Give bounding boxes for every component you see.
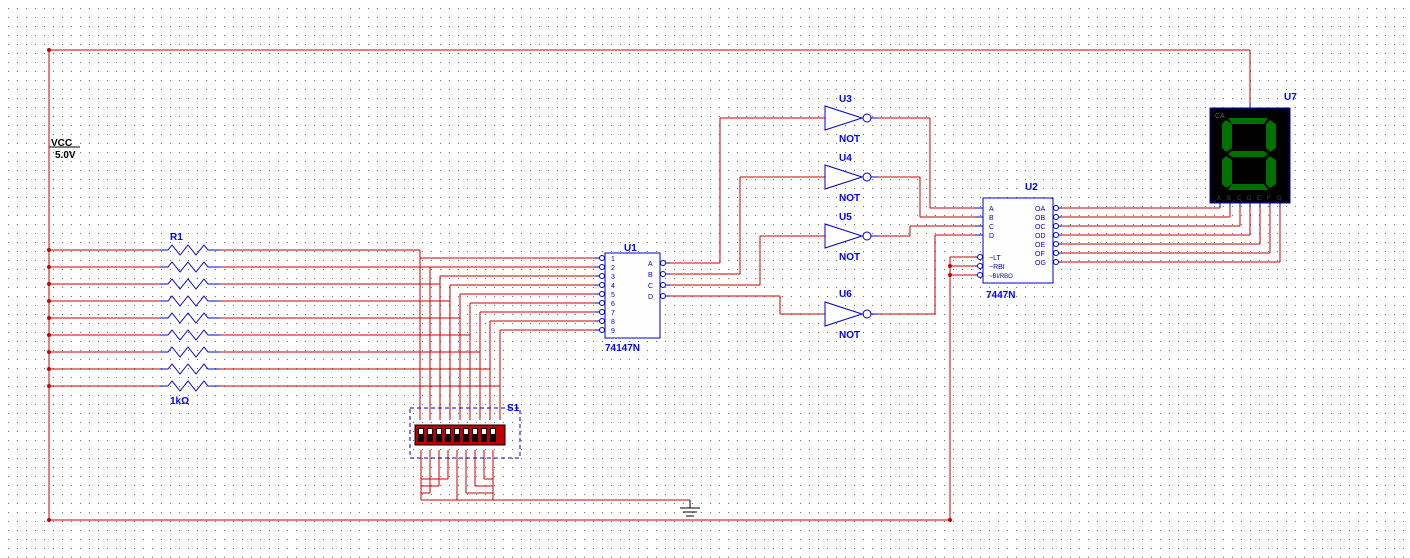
svg-text:7: 7 [611,310,615,317]
inverters [825,106,878,326]
svg-text:OG: OG [1035,260,1046,267]
svg-text:OF: OF [1035,251,1045,258]
svg-text:A: A [989,206,994,213]
svg-text:6: 6 [611,301,615,308]
svg-text:~LT: ~LT [989,255,1001,262]
encoder-chip: 1 2 3 4 5 6 7 8 9 A B C D [595,253,670,338]
svg-text:3: 3 [611,274,615,281]
svg-text:OA: OA [1035,206,1045,213]
svg-text:A: A [1217,196,1221,202]
inverter-u4 [825,165,878,189]
ground-symbol [680,500,700,516]
svg-text:D: D [989,233,994,240]
svg-text:B: B [1227,196,1231,202]
svg-text:OC: OC [1035,224,1046,231]
svg-text:E: E [1257,196,1261,202]
svg-text:A: A [648,261,653,268]
wires [47,48,1280,522]
svg-text:G: G [1277,196,1282,202]
svg-text:~RBI: ~RBI [989,264,1005,271]
svg-text:CA: CA [1215,113,1225,120]
resistor-network [160,245,220,391]
seven-segment-display: CA A B C D E F G [1210,103,1290,207]
svg-text:C: C [1237,196,1242,202]
svg-text:B: B [648,272,653,279]
svg-text:OD: OD [1035,233,1046,240]
dip-switch[interactable] [410,408,520,458]
schematic-svg: 1 2 3 4 5 6 7 8 9 A B C D [0,0,1410,558]
svg-text:C: C [989,224,994,231]
inverter-u3 [825,106,878,130]
svg-text:B: B [989,215,994,222]
svg-text:OB: OB [1035,215,1045,222]
svg-text:OE: OE [1035,242,1045,249]
svg-text:D: D [648,294,653,301]
inverter-u5 [825,224,878,248]
svg-text:~BI/RBO: ~BI/RBO [989,274,1013,280]
decoder-chip: A B C D ~LT ~RBI ~BI/RBO OA OB OC OD OE … [975,198,1062,283]
svg-text:9: 9 [611,328,615,335]
svg-text:D: D [1247,196,1252,202]
svg-text:F: F [1267,196,1271,202]
svg-text:2: 2 [611,265,615,272]
svg-text:4: 4 [611,283,615,290]
svg-text:C: C [648,283,653,290]
svg-text:5: 5 [611,292,615,299]
svg-text:8: 8 [611,319,615,326]
inverter-u6 [825,302,878,326]
svg-text:1: 1 [611,256,615,263]
